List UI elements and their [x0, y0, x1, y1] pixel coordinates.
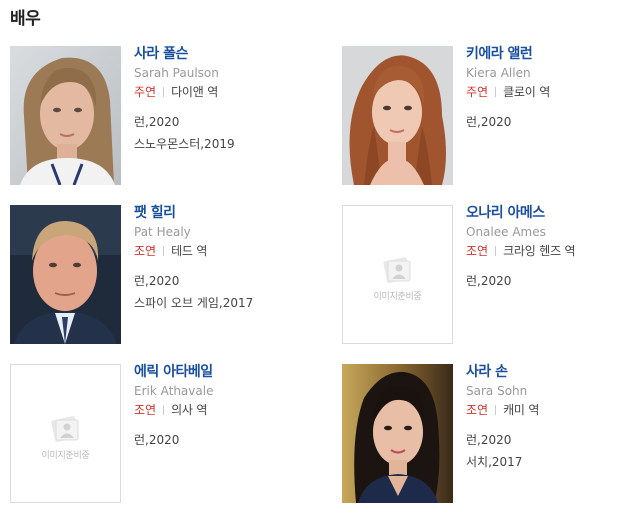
role-type: 주연: [466, 85, 489, 99]
actor-name[interactable]: 팻 힐리: [134, 205, 314, 222]
filmography: 런,2020: [134, 433, 314, 447]
work-item[interactable]: 런,2020: [134, 433, 314, 447]
actor-name[interactable]: 에릭 아타베일: [134, 364, 314, 381]
actor-name[interactable]: 오나리 아메스: [466, 205, 629, 222]
person-image-icon: [50, 416, 79, 442]
actor-photo[interactable]: [10, 205, 121, 344]
section-title: 배우: [10, 9, 41, 29]
actor-card: 이미지준비중 오나리 아메스 Onalee Ames 조연 크라잉 헨즈 역 런,…: [342, 205, 629, 350]
filmography: 런,2020: [466, 115, 629, 129]
divider: [495, 246, 497, 256]
actor-english-name: Pat Healy: [134, 225, 191, 239]
filmography: 런,2020 스파이 오브 게임,2017: [134, 274, 314, 310]
filmography: 런,2020: [466, 274, 629, 288]
role-name: 테드 역: [171, 244, 208, 258]
photo-placeholder[interactable]: 이미지준비중: [342, 205, 453, 344]
photo-placeholder[interactable]: 이미지준비중: [10, 364, 121, 503]
actor-photo[interactable]: [342, 46, 453, 185]
divider: [163, 405, 165, 415]
role-name: 다이앤 역: [171, 85, 219, 99]
role-type: 조연: [134, 244, 157, 258]
actor-name[interactable]: 키에라 앨런: [466, 46, 629, 63]
work-item[interactable]: 런,2020: [134, 115, 314, 129]
divider: [163, 246, 165, 256]
actor-name[interactable]: 사라 폴슨: [134, 46, 314, 63]
role-name: 캐미 역: [503, 403, 540, 417]
role-name: 크라잉 헨즈 역: [503, 244, 576, 258]
role-name: 클로이 역: [503, 85, 551, 99]
actor-card: 키에라 앨런 Kiera Allen 주연 클로이 역 런,2020: [342, 46, 629, 191]
actor-english-name: Sarah Paulson: [134, 66, 219, 80]
actor-name[interactable]: 사라 손: [466, 364, 629, 381]
role-type: 조연: [466, 244, 489, 258]
person-image-icon: [382, 257, 411, 283]
actor-photo[interactable]: [10, 46, 121, 185]
divider: [495, 87, 497, 97]
role-type: 조연: [466, 403, 489, 417]
role-type: 주연: [134, 85, 157, 99]
actor-card: 팻 힐리 Pat Healy 조연 테드 역 런,2020 스파이 오브 게임,2…: [10, 205, 310, 350]
actor-english-name: Sara Sohn: [466, 384, 528, 398]
divider: [163, 87, 165, 97]
actor-english-name: Kiera Allen: [466, 66, 531, 80]
work-item[interactable]: 런,2020: [466, 274, 629, 288]
filmography: 런,2020 스노우몬스터,2019: [134, 115, 314, 151]
work-item[interactable]: 런,2020: [466, 433, 629, 447]
actor-card: 이미지준비중 에릭 아타베일 Erik Athavale 조연 의사 역 런,20…: [10, 364, 310, 509]
actor-role-line: 조연 캐미 역: [466, 403, 629, 417]
role-type: 조연: [134, 403, 157, 417]
work-item[interactable]: 스파이 오브 게임,2017: [134, 296, 314, 310]
actor-role-line: 조연 테드 역: [134, 244, 314, 258]
actor-role-line: 조연 의사 역: [134, 403, 314, 417]
work-item[interactable]: 런,2020: [134, 274, 314, 288]
placeholder-text: 이미지준비중: [373, 292, 422, 302]
work-item[interactable]: 런,2020: [466, 115, 629, 129]
actor-card: 사라 폴슨 Sarah Paulson 주연 다이앤 역 런,2020 스노우몬스…: [10, 46, 310, 191]
work-item[interactable]: 스노우몬스터,2019: [134, 137, 314, 151]
actor-english-name: Onalee Ames: [466, 225, 546, 239]
role-name: 의사 역: [171, 403, 208, 417]
work-item[interactable]: 서치,2017: [466, 455, 629, 469]
filmography: 런,2020 서치,2017: [466, 433, 629, 469]
actor-role-line: 조연 크라잉 헨즈 역: [466, 244, 629, 258]
actor-english-name: Erik Athavale: [134, 384, 214, 398]
actor-role-line: 주연 다이앤 역: [134, 85, 314, 99]
divider: [495, 405, 497, 415]
actor-photo[interactable]: [342, 364, 453, 503]
actor-card: 사라 손 Sara Sohn 조연 캐미 역 런,2020 서치,2017: [342, 364, 629, 509]
placeholder-text: 이미지준비중: [41, 451, 90, 461]
actor-role-line: 주연 클로이 역: [466, 85, 629, 99]
